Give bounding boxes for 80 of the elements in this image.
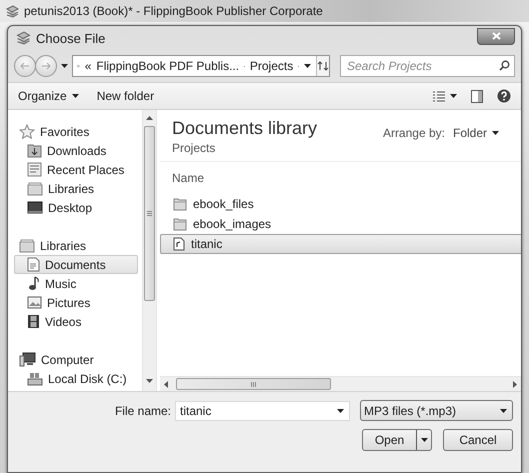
search-icon [499, 60, 510, 71]
caret-icon [304, 64, 311, 68]
refresh-button[interactable] [316, 56, 329, 76]
preview-pane-icon [471, 90, 483, 102]
nav-item[interactable]: Documents [14, 255, 138, 274]
view-options-button[interactable] [432, 90, 457, 102]
back-arrow-icon [20, 62, 30, 70]
file-name-caret-icon [337, 408, 344, 412]
arrange-label: Arrange by: [382, 126, 445, 140]
close-icon [492, 32, 500, 40]
caret-icon [72, 94, 79, 98]
nav-item[interactable]: Local Disk (C:) [14, 369, 138, 388]
nav-item[interactable]: Videos [14, 312, 138, 331]
preview-pane-button[interactable] [471, 90, 483, 102]
scroll-left-icon [164, 380, 168, 388]
overflow-crumb[interactable]: « [84, 59, 92, 73]
grip-icon [147, 211, 152, 216]
horizontal-scrollbar[interactable] [160, 376, 521, 391]
caret-icon [492, 131, 499, 135]
push-button[interactable]: Cancel [443, 429, 513, 451]
nav-item[interactable]: Pictures [14, 293, 138, 312]
breadcrumb[interactable]: FlippingBook PDF Publis... [96, 59, 240, 73]
file-type-dropdown[interactable]: MP3 files (*.mp3) [360, 400, 513, 421]
menu-button[interactable]: Organize [18, 89, 79, 103]
nav-item[interactable]: Recent Places [14, 160, 138, 179]
library-icon [27, 182, 43, 196]
film-icon [27, 314, 40, 329]
dialog-title: Choose File [36, 30, 106, 46]
help-button[interactable] [497, 89, 511, 103]
scroll-up-icon [146, 116, 153, 120]
disk-drive-icon [27, 371, 43, 386]
library-subtitle: Projects [172, 141, 216, 155]
audio-file-icon [173, 237, 185, 251]
nav-group[interactable]: Computer [14, 350, 138, 369]
caret-icon [500, 408, 507, 412]
vertical-scrollbar[interactable] [142, 110, 157, 391]
column-header[interactable]: Name [160, 162, 280, 194]
file-name-field[interactable]: titanic [175, 400, 350, 420]
refresh-icon [317, 61, 329, 71]
scroll-right-icon [513, 380, 517, 388]
toolbar-button[interactable]: New folder [96, 89, 154, 103]
file-name-label: File name: [114, 404, 171, 418]
address-bar[interactable]: « FlippingBook PDF Publis... Projects [72, 55, 330, 77]
scroll-down-icon [146, 379, 153, 383]
app-title: petunis2013 (Book)* - FlippingBook Publisher Corporate [24, 4, 323, 18]
library-icon [19, 238, 35, 252]
search-field[interactable]: Search Projects [340, 55, 515, 77]
forward-arrow-icon [41, 62, 51, 70]
nav-item[interactable]: Downloads [14, 141, 138, 160]
desktop-icon [27, 201, 43, 214]
help-icon [497, 89, 511, 103]
close-button[interactable] [477, 28, 515, 44]
nav-item[interactable]: Music [14, 274, 138, 293]
download-folder-icon [27, 143, 42, 158]
music-note-icon [27, 276, 40, 291]
file-row[interactable]: titanic [160, 234, 521, 254]
breadcrumb[interactable]: Projects [250, 59, 294, 73]
nav-item[interactable]: Desktop [14, 198, 138, 217]
history-caret-icon [61, 64, 68, 68]
back-button[interactable] [14, 55, 36, 77]
library-title: Documents library [172, 118, 318, 139]
computer-icon [19, 352, 36, 367]
nav-item[interactable]: Libraries [14, 179, 138, 198]
view-list-icon [432, 90, 446, 102]
file-row[interactable]: ebook_images [160, 214, 521, 234]
recent-places-icon [27, 162, 42, 177]
nav-group[interactable]: Favorites [14, 122, 138, 141]
grip-icon [251, 382, 256, 386]
arrange-dropdown[interactable]: Folder [452, 126, 499, 140]
split-button[interactable]: Open [362, 429, 432, 451]
app-icon [6, 4, 19, 18]
app-icon [16, 31, 31, 45]
file-row[interactable]: ebook_files [160, 194, 521, 214]
document-icon [27, 257, 40, 272]
star-icon [19, 124, 35, 139]
caret-icon [450, 94, 457, 98]
nav-group[interactable]: Libraries [14, 236, 138, 255]
picture-icon [27, 296, 42, 309]
caret-icon [420, 438, 428, 442]
forward-button[interactable] [35, 55, 57, 77]
